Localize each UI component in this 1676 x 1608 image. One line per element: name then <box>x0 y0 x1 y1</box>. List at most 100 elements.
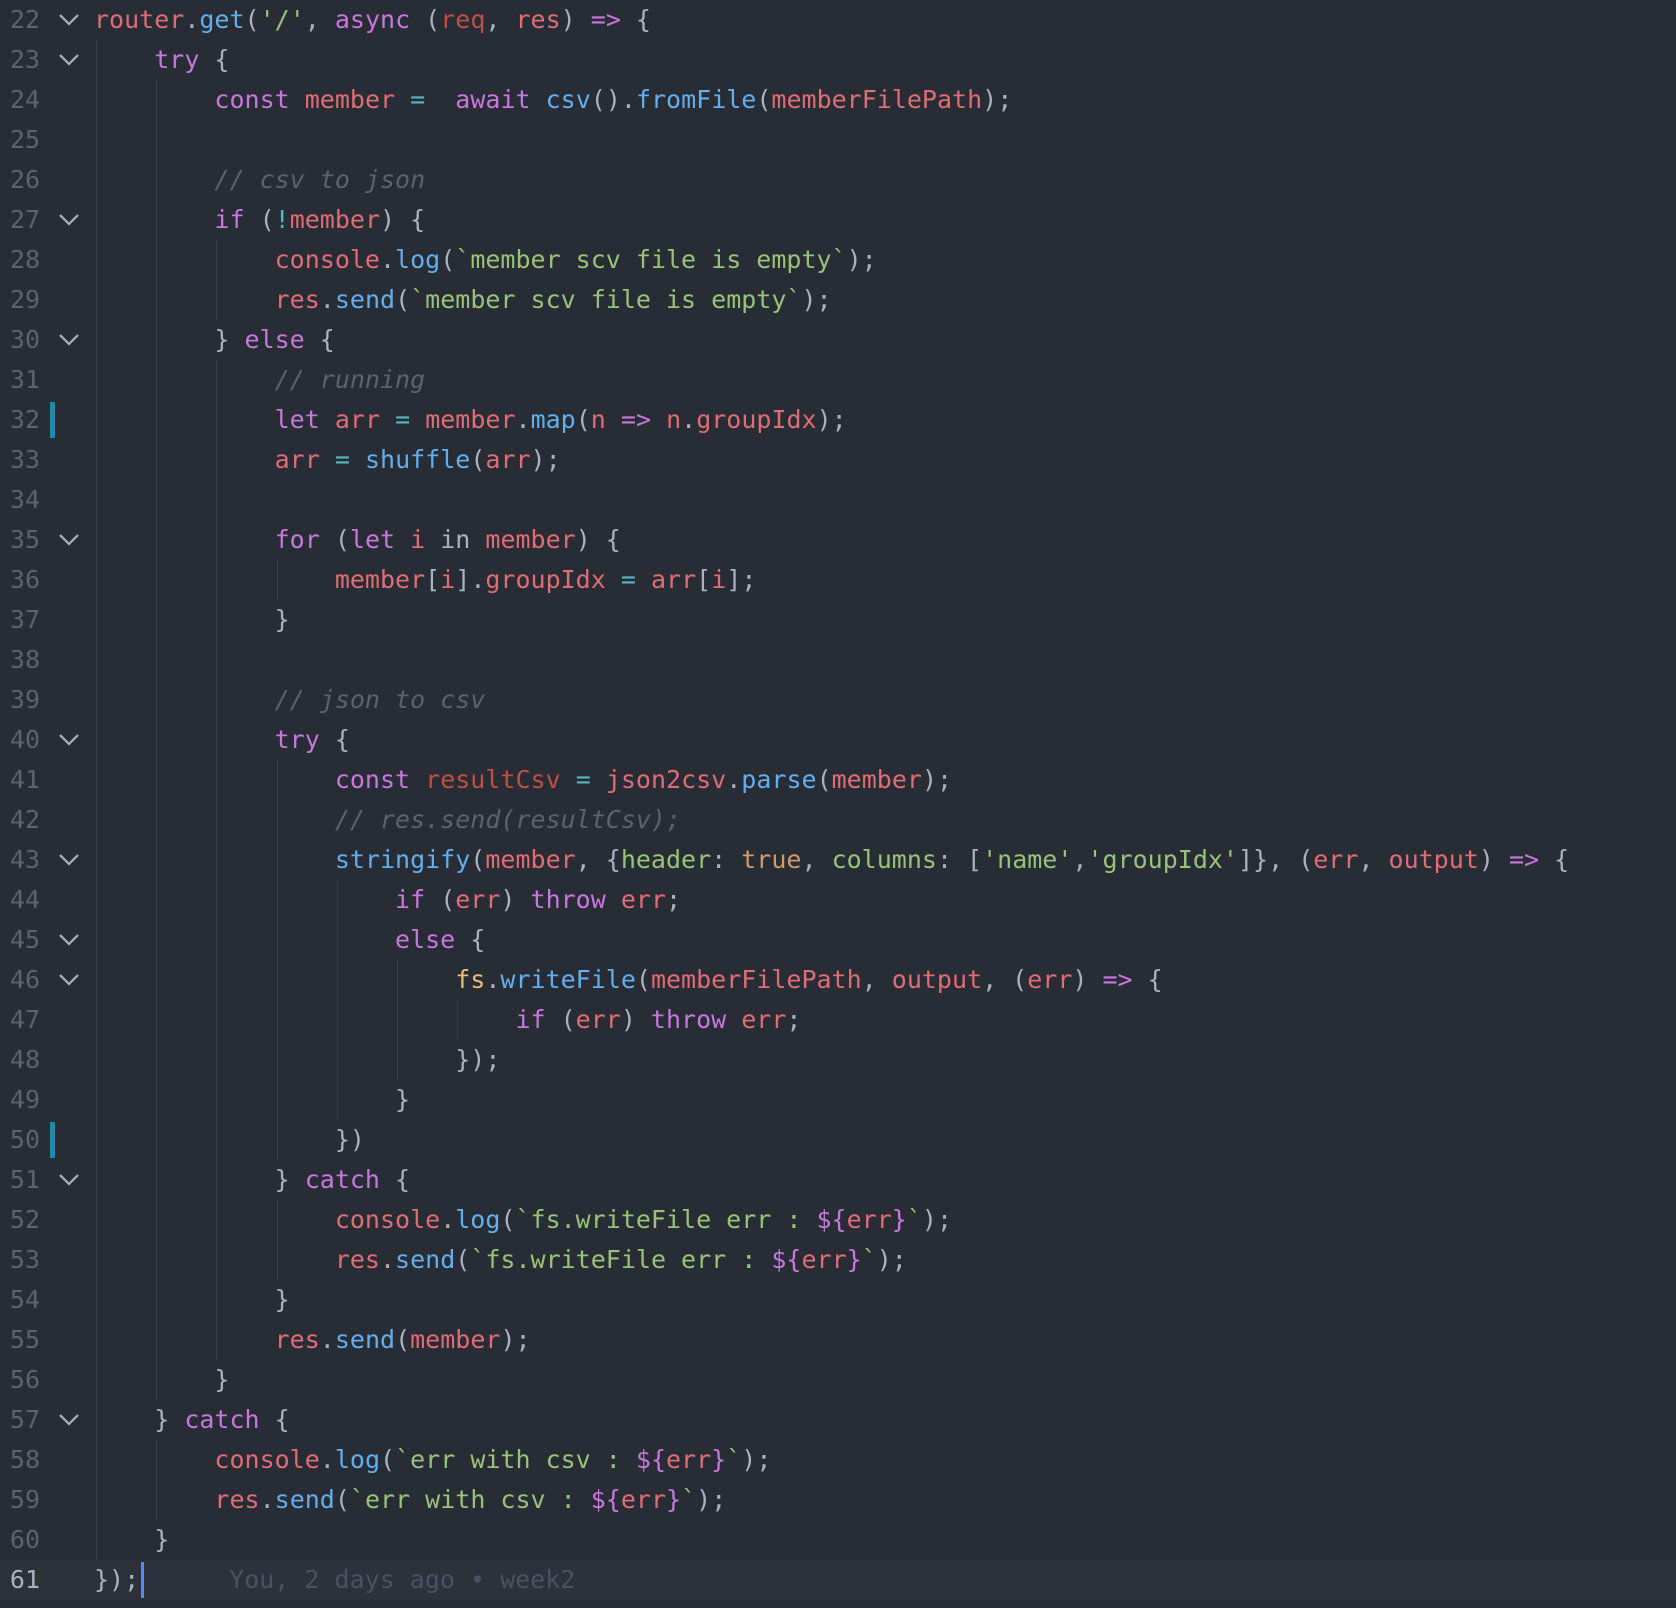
code-line[interactable]: 47 if (err) throw err; <box>0 1000 1676 1040</box>
code-token: ) <box>620 1005 651 1034</box>
fold-chevron-icon[interactable] <box>58 52 80 68</box>
fold-chevron-icon[interactable] <box>58 332 80 348</box>
code-line[interactable]: 52 console.log(`fs.writeFile err : ${err… <box>0 1200 1676 1240</box>
code-token: . <box>319 285 335 314</box>
code-token: = <box>575 765 591 794</box>
code-token: i <box>711 565 727 594</box>
code-line[interactable]: 44 if (err) throw err; <box>0 880 1676 920</box>
code-token: ( <box>635 965 651 994</box>
line-number: 49 <box>9 1085 40 1114</box>
code-line[interactable]: 49 } <box>0 1080 1676 1120</box>
code-line[interactable]: 35 for (let i in member) { <box>0 520 1676 560</box>
code-token: log <box>395 245 441 274</box>
code-line[interactable]: 54 } <box>0 1280 1676 1320</box>
code-line[interactable]: 58 console.log(`err with csv : ${err}`); <box>0 1440 1676 1480</box>
code-line[interactable]: 60 } <box>0 1520 1676 1560</box>
code-token: // res.send(resultCsv); <box>334 805 682 834</box>
code-line[interactable]: 57 } catch { <box>0 1400 1676 1440</box>
fold-chevron-icon[interactable] <box>58 12 80 28</box>
code-text: // res.send(resultCsv); <box>94 800 681 840</box>
code-token: ( <box>470 845 486 874</box>
code-line[interactable]: 43 stringify(member, {header: true, colu… <box>0 840 1676 880</box>
code-token: { <box>304 325 335 354</box>
code-token: { <box>259 1405 290 1434</box>
fold-chevron-icon[interactable] <box>58 212 80 228</box>
fold-chevron-icon[interactable] <box>58 1172 80 1188</box>
code-token: i <box>410 525 426 554</box>
fold-chevron-icon[interactable] <box>58 532 80 548</box>
git-blame-annotation: You, 2 days ago • week2 <box>229 1565 576 1594</box>
code-line[interactable]: 27 if (!member) { <box>0 200 1676 240</box>
code-token: log <box>455 1205 501 1234</box>
code-line[interactable]: 42 // res.send(resultCsv); <box>0 800 1676 840</box>
code-line[interactable]: 30 } else { <box>0 320 1676 360</box>
code-line[interactable]: 28 console.log(`member scv file is empty… <box>0 240 1676 280</box>
code-token: } <box>94 1165 305 1194</box>
code-token: , <box>1358 845 1389 874</box>
fold-chevron-icon[interactable] <box>58 732 80 748</box>
code-token: member <box>831 765 922 794</box>
code-token: ) { <box>380 205 426 234</box>
code-line[interactable]: 33 arr = shuffle(arr); <box>0 440 1676 480</box>
git-modified-marker <box>50 1122 55 1158</box>
code-line[interactable]: 48 }); <box>0 1040 1676 1080</box>
code-text: // csv to json <box>94 160 425 200</box>
code-token: send <box>395 1245 456 1274</box>
code-line[interactable]: 45 else { <box>0 920 1676 960</box>
code-line[interactable]: 36 member[i].groupIdx = arr[i]; <box>0 560 1676 600</box>
code-token: err <box>455 885 501 914</box>
code-token: map <box>530 405 576 434</box>
code-line[interactable]: 22 router.get('/', async (req, res) => { <box>0 0 1676 40</box>
code-line[interactable]: 55 res.send(member); <box>0 1320 1676 1360</box>
code-line[interactable]: 26 // csv to json <box>0 160 1676 200</box>
code-line[interactable]: 37 } <box>0 600 1676 640</box>
code-line[interactable]: 40 try { <box>0 720 1676 760</box>
fold-chevron-icon[interactable] <box>58 932 80 948</box>
indent-guide <box>216 360 218 1360</box>
code-line[interactable]: 23 try { <box>0 40 1676 80</box>
code-token: , <box>304 5 335 34</box>
code-token: ); <box>921 765 953 794</box>
code-text: const member = await csv().fromFile(memb… <box>94 80 1012 120</box>
code-line[interactable]: 25 <box>0 120 1676 160</box>
code-line[interactable]: 32 let arr = member.map(n => n.groupIdx)… <box>0 400 1676 440</box>
code-line[interactable]: 56 } <box>0 1360 1676 1400</box>
code-editor[interactable]: 22 router.get('/', async (req, res) => {2… <box>0 0 1676 1608</box>
code-token: catch <box>184 1405 260 1434</box>
code-line[interactable]: 41 const resultCsv = json2csv.parse(memb… <box>0 760 1676 800</box>
code-token: }); <box>94 1565 140 1594</box>
code-line[interactable]: 50 }) <box>0 1120 1676 1160</box>
code-token: parse <box>741 765 817 794</box>
code-token: ` <box>681 1485 697 1514</box>
fold-chevron-icon[interactable] <box>58 852 80 868</box>
code-line[interactable]: 34 <box>0 480 1676 520</box>
code-text: } <box>94 600 290 640</box>
code-line[interactable]: 31 // running <box>0 360 1676 400</box>
fold-chevron-icon[interactable] <box>58 1412 80 1428</box>
line-number: 34 <box>9 485 40 514</box>
code-line[interactable]: 46 fs.writeFile(memberFilePath, output, … <box>0 960 1676 1000</box>
code-line[interactable]: 29 res.send(`member scv file is empty`); <box>0 280 1676 320</box>
code-line[interactable]: 53 res.send(`fs.writeFile err : ${err}`)… <box>0 1240 1676 1280</box>
code-line[interactable]: 24 const member = await csv().fromFile(m… <box>0 80 1676 120</box>
fold-chevron-icon[interactable] <box>58 972 80 988</box>
code-token: ) <box>1478 845 1509 874</box>
code-line[interactable]: 59 res.send(`err with csv : ${err}`); <box>0 1480 1676 1520</box>
code-line[interactable]: 51 } catch { <box>0 1160 1676 1200</box>
code-line[interactable]: 38 <box>0 640 1676 680</box>
code-token: async <box>334 5 411 34</box>
code-text: else { <box>94 920 485 960</box>
code-token: : <box>711 845 742 874</box>
code-token: 'groupIdx' <box>1087 845 1238 874</box>
code-token: (). <box>590 85 636 114</box>
code-token: { <box>199 45 230 74</box>
indent-guide <box>336 880 338 1120</box>
code-line[interactable]: 39 // json to csv <box>0 680 1676 720</box>
